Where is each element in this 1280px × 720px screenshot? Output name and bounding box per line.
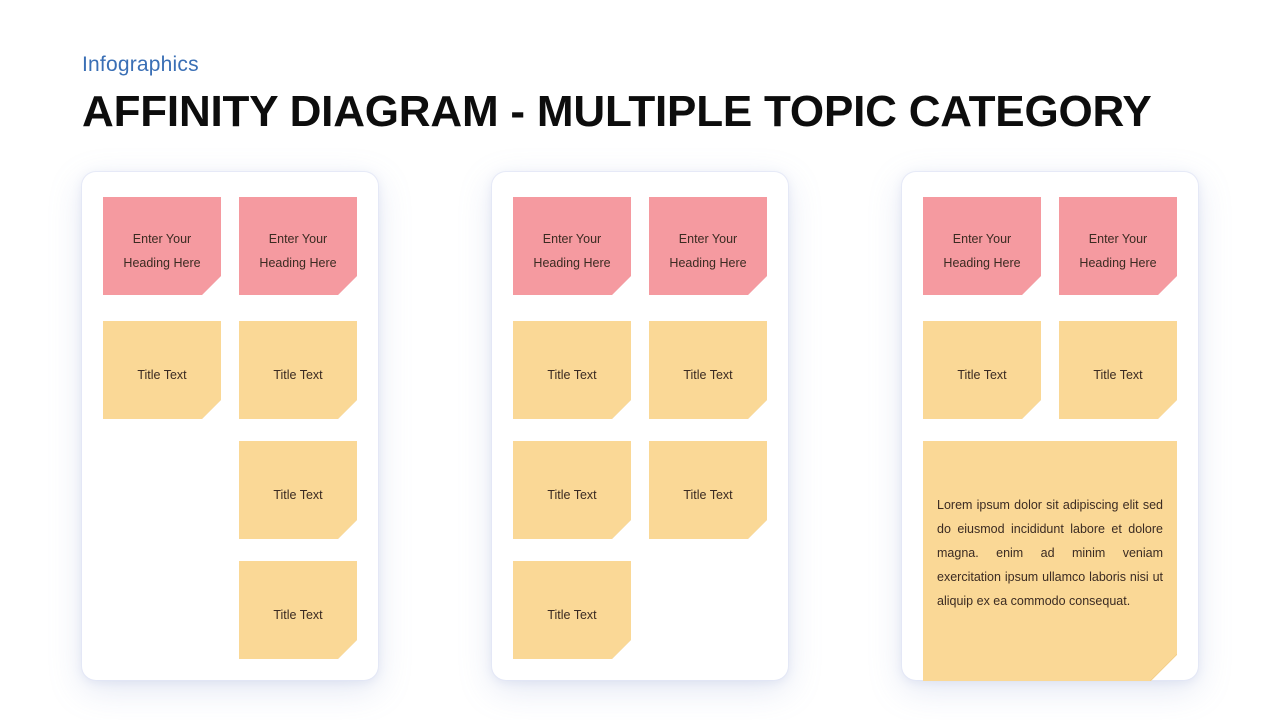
heading-line-2: Heading Here (259, 256, 337, 270)
sticky-note-text: Title Text (1093, 368, 1143, 382)
heading-line-1: Enter Your (542, 232, 602, 246)
sticky-note-text: Title Text (273, 368, 323, 382)
sticky-note-title[interactable]: Title Text (103, 321, 221, 419)
sticky-note-title[interactable]: Title Text (1059, 321, 1177, 419)
heading-line-2: Heading Here (123, 256, 201, 270)
sticky-note-text: Enter Your Heading Here (943, 217, 1020, 275)
sticky-note-text: Title Text (683, 488, 733, 502)
sticky-note-title[interactable]: Title Text (513, 441, 631, 539)
sticky-note-text: Enter Your Heading Here (1079, 217, 1156, 275)
sticky-note-text: Title Text (547, 488, 597, 502)
sticky-note-title[interactable]: Title Text (513, 561, 631, 659)
heading-line-1: Enter Your (952, 232, 1012, 246)
sticky-note-heading[interactable]: Enter Your Heading Here (513, 197, 631, 295)
sticky-note-heading[interactable]: Enter Your Heading Here (649, 197, 767, 295)
sticky-note-title[interactable]: Title Text (649, 321, 767, 419)
heading-line-2: Heading Here (943, 256, 1021, 270)
sticky-note-text: Enter Your Heading Here (123, 217, 200, 275)
heading-line-2: Heading Here (669, 256, 747, 270)
sticky-note-text: Enter Your Heading Here (669, 217, 746, 275)
sticky-note-text: Title Text (547, 608, 597, 622)
sticky-note-heading[interactable]: Enter Your Heading Here (103, 197, 221, 295)
sticky-note-title[interactable]: Title Text (513, 321, 631, 419)
sticky-note-text: Enter Your Heading Here (533, 217, 610, 275)
column-3-notes: Enter Your Heading Here Enter Your Headi… (923, 197, 1177, 657)
sticky-note-text: Title Text (957, 368, 1007, 382)
sticky-note-heading[interactable]: Enter Your Heading Here (239, 197, 357, 295)
heading-line-1: Enter Your (1088, 232, 1148, 246)
sticky-note-paragraph[interactable]: Lorem ipsum dolor sit adipiscing elit se… (923, 441, 1177, 681)
eyebrow-label: Infographics (82, 53, 199, 76)
affinity-column-2[interactable]: Enter Your Heading Here Enter Your Headi… (492, 172, 788, 680)
sticky-note-title[interactable]: Title Text (239, 561, 357, 659)
heading-line-2: Heading Here (533, 256, 611, 270)
sticky-note-text: Title Text (547, 368, 597, 382)
column-1-notes: Enter Your Heading Here Enter Your Headi… (103, 197, 357, 657)
sticky-note-text: Lorem ipsum dolor sit adipiscing elit se… (937, 498, 1163, 608)
sticky-note-title[interactable]: Title Text (239, 321, 357, 419)
column-2-notes: Enter Your Heading Here Enter Your Headi… (513, 197, 767, 657)
heading-line-2: Heading Here (1079, 256, 1157, 270)
affinity-board: Enter Your Heading Here Enter Your Headi… (82, 172, 1198, 684)
sticky-note-text: Enter Your Heading Here (259, 217, 336, 275)
affinity-column-3[interactable]: Enter Your Heading Here Enter Your Headi… (902, 172, 1198, 680)
sticky-note-title[interactable]: Title Text (239, 441, 357, 539)
sticky-note-heading[interactable]: Enter Your Heading Here (923, 197, 1041, 295)
affinity-column-1[interactable]: Enter Your Heading Here Enter Your Headi… (82, 172, 378, 680)
sticky-note-text: Title Text (273, 488, 323, 502)
heading-line-1: Enter Your (678, 232, 738, 246)
sticky-note-heading[interactable]: Enter Your Heading Here (1059, 197, 1177, 295)
heading-line-1: Enter Your (268, 232, 328, 246)
sticky-note-title[interactable]: Title Text (649, 441, 767, 539)
heading-line-1: Enter Your (132, 232, 192, 246)
sticky-note-text: Title Text (273, 608, 323, 622)
sticky-note-title[interactable]: Title Text (923, 321, 1041, 419)
page-header: Infographics AFFINITY DIAGRAM - MULTIPLE… (82, 52, 1202, 138)
page-title: AFFINITY DIAGRAM - MULTIPLE TOPIC CATEGO… (82, 87, 1152, 136)
sticky-note-text: Title Text (683, 368, 733, 382)
sticky-note-text: Title Text (137, 368, 187, 382)
